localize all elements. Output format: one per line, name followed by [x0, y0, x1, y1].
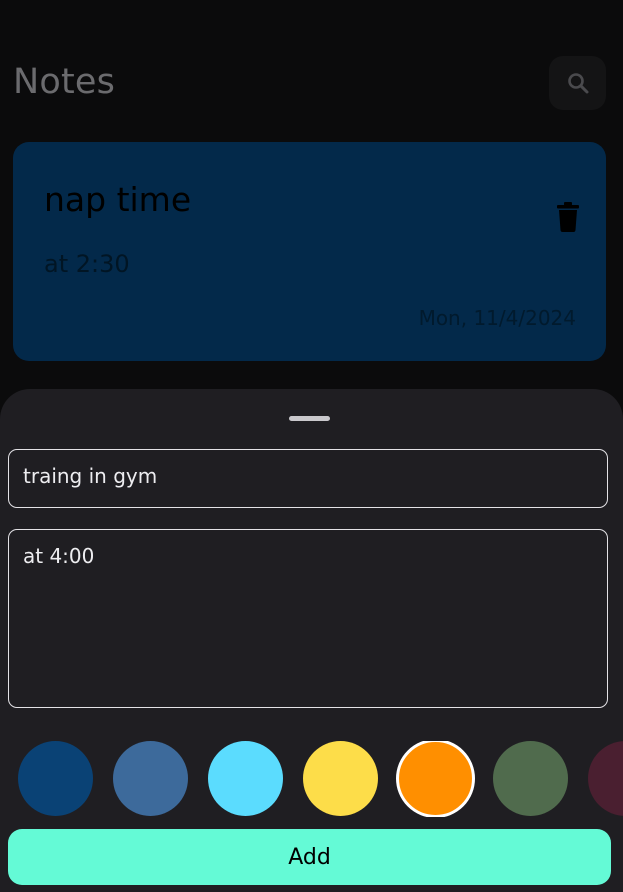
color-swatch[interactable] [303, 741, 378, 816]
note-card[interactable]: nap time at 2:30 Mon, 11/4/2024 [13, 142, 606, 361]
add-note-sheet: traing in gym at 4:00 Add [0, 389, 623, 892]
note-date: Mon, 11/4/2024 [418, 306, 576, 330]
color-swatch[interactable] [588, 741, 623, 816]
add-button[interactable]: Add [8, 829, 611, 885]
drag-handle[interactable] [289, 416, 330, 421]
page-title: Notes [13, 62, 116, 102]
search-button[interactable] [549, 56, 606, 110]
color-swatch[interactable] [18, 741, 93, 816]
color-swatch[interactable] [396, 741, 475, 817]
color-swatch[interactable] [113, 741, 188, 816]
delete-note-button[interactable] [555, 202, 581, 232]
trash-icon [557, 202, 579, 232]
note-title: nap time [44, 180, 192, 219]
note-title-input[interactable]: traing in gym [8, 449, 608, 508]
note-body-input[interactable]: at 4:00 [8, 529, 608, 708]
color-swatch[interactable] [493, 741, 568, 816]
note-body: at 2:30 [44, 250, 130, 278]
color-swatch[interactable] [208, 741, 283, 816]
color-picker [0, 741, 623, 817]
search-icon [567, 73, 588, 94]
